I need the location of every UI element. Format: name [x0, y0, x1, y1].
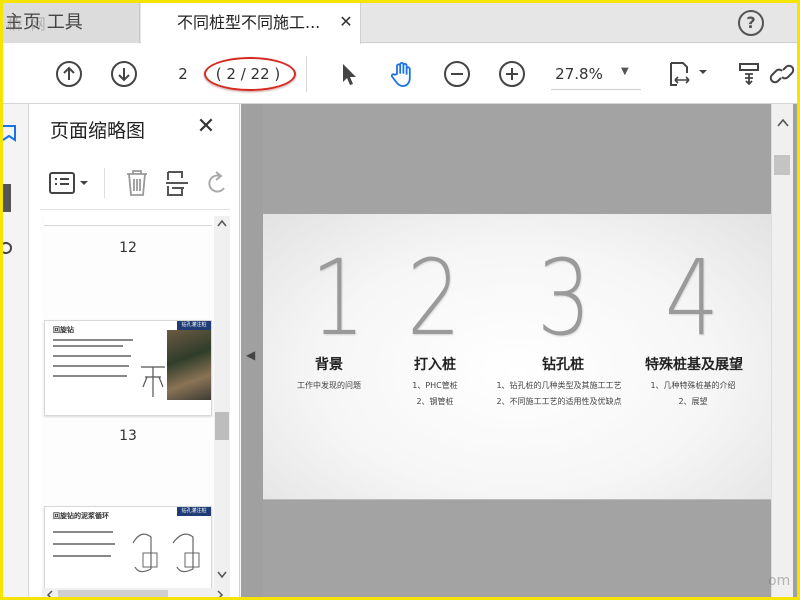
previous-page-area	[263, 104, 771, 214]
thumbnail-panel: 页面缩略图 ✕ 12 回旋钻 钻孔灌注桩 13 回旋钻的泥浆循环 钻孔灌注桩	[30, 104, 240, 597]
highlight-annotation	[204, 57, 296, 91]
section-number: 1	[310, 237, 366, 359]
section-item: 2、钢管桩	[416, 397, 454, 406]
zoom-in-icon[interactable]	[498, 60, 526, 88]
toolbar-divider	[306, 56, 307, 92]
attachment-icon[interactable]	[3, 240, 13, 260]
section-title: 特殊桩基及展望	[645, 357, 743, 373]
section-number: 2	[406, 237, 462, 359]
next-page-area	[263, 500, 771, 597]
scroll-mode-icon[interactable]	[736, 60, 764, 88]
thumbnail-scrollbar[interactable]	[214, 216, 230, 592]
section-number: 4	[664, 237, 720, 359]
page-number-input[interactable]: 2	[163, 62, 203, 86]
toolbar-divider	[104, 168, 105, 198]
section-item: 2、展望	[678, 397, 708, 406]
thumbnail-horizontal-scrollbar[interactable]	[42, 588, 230, 597]
extract-pages-icon[interactable]	[164, 168, 190, 198]
fit-page-icon[interactable]	[667, 60, 707, 88]
side-navigation-strip	[3, 104, 29, 597]
tab-document[interactable]: 不同桩型不同施工...	[141, 3, 361, 44]
tab-bar: 主页 工具 不同桩型不同施工... ✕ ?	[3, 3, 797, 44]
options-menu-icon[interactable]	[48, 170, 94, 196]
section-title: 背景	[315, 357, 343, 373]
link-icon[interactable]	[769, 60, 797, 88]
section-title: 打入桩	[414, 357, 456, 373]
watermark-text: 桥 网	[7, 15, 48, 33]
zoom-underline	[551, 89, 641, 90]
panel-title: 页面缩略图	[50, 120, 146, 142]
page-icon[interactable]	[3, 184, 11, 212]
section-item: 1、几种特殊桩基的介绍	[650, 381, 736, 390]
rotate-icon[interactable]	[206, 170, 226, 196]
close-icon[interactable]: ✕	[337, 13, 355, 31]
section-item: 2、不同施工工艺的适用性及优缺点	[496, 397, 622, 406]
thumbnail-page-number: 13	[119, 428, 137, 444]
next-page-icon[interactable]	[110, 60, 138, 88]
thumbnail-list[interactable]: 12 回旋钻 钻孔灌注桩 13 回旋钻的泥浆循环 钻孔灌注桩	[42, 216, 214, 592]
thumbnail-page-number: 12	[119, 240, 137, 256]
thumbnail-page[interactable]: 回旋钻 钻孔灌注桩	[44, 320, 212, 416]
section-item: 1、钻孔桩的几种类型及其施工工艺	[496, 381, 622, 390]
slide-page: 1 2 3 4 背景 打入桩 钻孔桩 特殊桩基及展望 工作中发现的问题 1、PH…	[263, 214, 771, 500]
previous-page-icon[interactable]	[55, 60, 83, 88]
trash-icon[interactable]	[124, 168, 150, 198]
hand-tool-icon[interactable]	[388, 60, 416, 88]
collapse-panel-icon[interactable]: ◀	[246, 348, 255, 362]
document-scrollbar[interactable]	[771, 104, 793, 597]
thumbnail-page-partial[interactable]	[44, 216, 212, 226]
section-title: 钻孔桩	[542, 357, 584, 373]
select-pointer-icon[interactable]	[335, 60, 363, 88]
section-item: 工作中发现的问题	[297, 381, 361, 390]
toolbar: 2 ( 2 / 22 ) 27.8% ▼	[3, 44, 797, 104]
close-icon[interactable]: ✕	[194, 114, 218, 139]
scrollbar-thumb[interactable]	[774, 155, 790, 175]
thumbnail-photo	[167, 330, 211, 400]
thumbnail-title: 回旋钻	[53, 326, 74, 334]
bookmark-icon[interactable]	[3, 122, 17, 146]
thumbnail-title: 回旋钻的泥浆循环	[53, 512, 109, 520]
section-number: 3	[536, 237, 592, 359]
zoom-out-icon[interactable]	[443, 60, 471, 88]
thumbnail-tag: 钻孔灌注桩	[177, 507, 211, 516]
panel-toolbar	[40, 160, 230, 210]
watermark-text: om	[768, 573, 791, 589]
help-icon[interactable]: ?	[738, 10, 764, 36]
thumbnail-tag: 钻孔灌注桩	[177, 321, 211, 330]
zoom-level-dropdown[interactable]: 27.8%	[551, 62, 607, 86]
thumbnail-diagram	[127, 523, 211, 581]
section-item: 1、PHC管桩	[412, 381, 458, 390]
app-window: 主页 工具 不同桩型不同施工... ✕ ? 桥 网 2 ( 2 / 22 ) 2…	[0, 0, 800, 600]
thumbnail-page[interactable]: 回旋钻的泥浆循环 钻孔灌注桩	[44, 506, 212, 592]
chevron-down-icon[interactable]: ▼	[621, 66, 629, 77]
